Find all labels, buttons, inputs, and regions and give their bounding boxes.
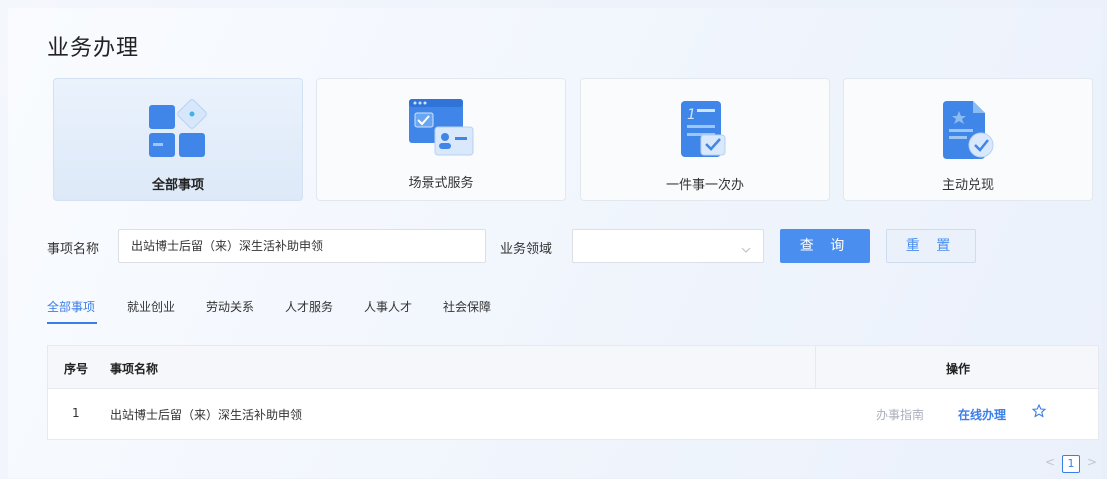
item-name-label: 事项名称 [47,242,100,257]
card-label: 场景式服务 [408,176,474,191]
card-one-thing-once[interactable]: 1 一件事一次办 [580,78,830,201]
document-check-icon [937,99,999,167]
card-label: 全部事项 [151,178,204,193]
grid-apps-icon [147,99,209,165]
page-number-current[interactable]: 1 [1062,455,1080,473]
reset-button[interactable]: 重 置 [886,229,976,263]
row-item-name[interactable]: 出站博士后留（来）深生活补助申领 [110,406,302,423]
page-title: 业务办理 [47,36,140,61]
next-page-button[interactable]: > [1087,455,1097,469]
domain-select[interactable] [572,229,764,263]
card-label: 主动兑现 [941,178,994,193]
tab-labor-relations[interactable]: 劳动关系 [206,298,254,315]
header-index: 序号 [64,362,89,376]
query-button[interactable]: 查 询 [780,229,870,263]
tab-employment[interactable]: 就业创业 [127,298,175,315]
prev-page-button[interactable]: < [1045,455,1055,469]
column-divider [815,346,816,389]
star-icon[interactable] [1031,403,1047,421]
svg-text:1: 1 [687,107,696,123]
table-header: 序号 事项名称 操作 [48,346,1098,389]
row-index: 1 [72,406,80,420]
online-apply-link[interactable]: 在线办理 [958,406,1006,423]
tab-social-security[interactable]: 社会保障 [443,298,491,315]
card-all-items[interactable]: 全部事项 [53,78,303,201]
item-name-input[interactable]: 出站博士后留（来）深生活补助申领 [118,229,486,263]
header-name: 事项名称 [110,362,159,376]
scene-service-icon [405,97,477,163]
card-proactive-fulfil[interactable]: 主动兑现 [843,78,1093,201]
card-scene-service[interactable]: 场景式服务 [316,78,566,201]
guide-link[interactable]: 办事指南 [876,406,924,423]
header-actions: 操作 [946,362,971,376]
chevron-down-icon [741,240,751,259]
items-table: 序号 事项名称 操作 1 出站博士后留（来）深生活补助申领 办事指南 在线办理 [47,345,1099,440]
domain-label: 业务领域 [500,242,553,257]
checklist-icon: 1 [675,99,735,167]
tab-personnel-talent[interactable]: 人事人才 [364,298,412,315]
tab-talent-service[interactable]: 人才服务 [285,298,333,315]
active-tab-indicator [47,322,97,324]
card-label: 一件事一次办 [665,178,744,193]
tab-all-items[interactable]: 全部事项 [47,298,95,315]
